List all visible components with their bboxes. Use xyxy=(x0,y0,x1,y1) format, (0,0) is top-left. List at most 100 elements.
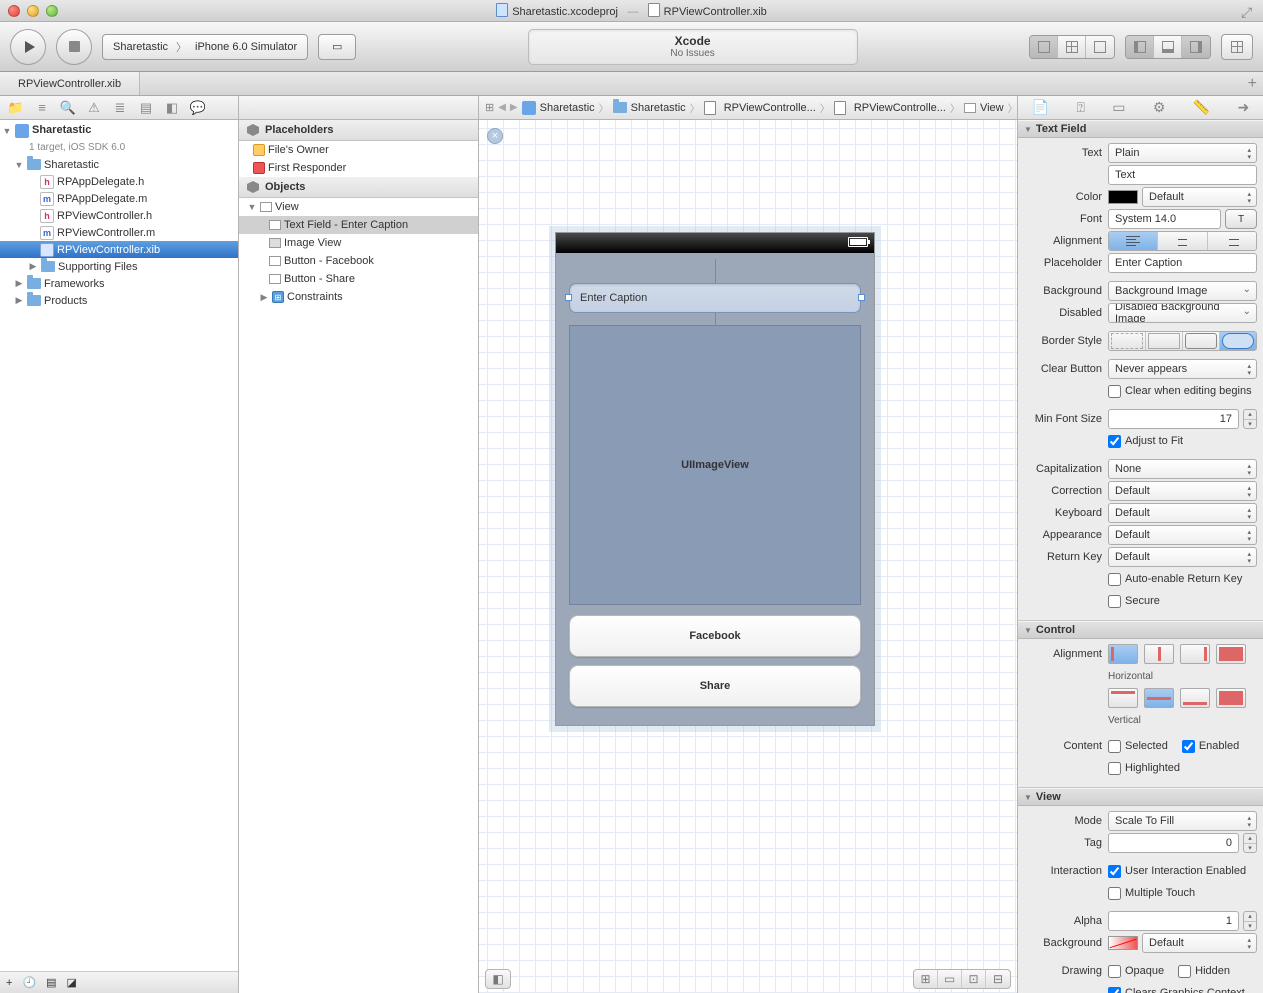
correction-select[interactable]: Default xyxy=(1108,481,1257,501)
file-item-selected[interactable]: RPViewController.xib xyxy=(0,241,238,258)
scheme-selector[interactable]: Sharetastic 〉 iPhone 6.0 Simulator xyxy=(102,34,308,60)
disabled-image-select[interactable]: Disabled Background Image xyxy=(1108,303,1257,323)
quick-help-icon[interactable]: ⍰ xyxy=(1076,99,1084,116)
h-align-center[interactable] xyxy=(1144,644,1174,664)
ib-canvas[interactable]: × Enter Caption UIImageView Facebook Sha… xyxy=(479,120,1017,993)
minimize-window-button[interactable] xyxy=(27,5,39,17)
toggle-outline-button[interactable]: ◧ xyxy=(485,969,511,989)
related-items-icon[interactable]: ⊞ xyxy=(485,101,494,114)
breadcrumb-3[interactable]: RPViewControlle... xyxy=(834,101,946,115)
resize-handle-left[interactable] xyxy=(565,294,572,301)
uiimageview-placeholder[interactable]: UIImageView xyxy=(569,325,861,605)
outline-imageview[interactable]: Image View xyxy=(239,234,478,252)
first-responder[interactable]: First Responder xyxy=(239,159,478,177)
color-swatch[interactable] xyxy=(1108,190,1138,204)
toggle-navigator-button[interactable] xyxy=(1126,36,1154,58)
project-root[interactable]: ▼ Sharetastic xyxy=(0,122,238,139)
share-button[interactable]: Share xyxy=(569,665,861,707)
outline-textfield[interactable]: Text Field - Enter Caption xyxy=(239,216,478,234)
file-item[interactable]: hRPAppDelegate.h xyxy=(0,173,238,190)
files-owner[interactable]: File's Owner xyxy=(239,141,478,159)
toggle-utilities-button[interactable] xyxy=(1182,36,1210,58)
editor-mode-segmented[interactable] xyxy=(1029,35,1115,59)
align-left-button[interactable] xyxy=(1109,232,1158,250)
min-font-input[interactable]: 17 xyxy=(1108,409,1239,429)
bg-swatch[interactable] xyxy=(1108,936,1138,950)
text-input[interactable]: Text xyxy=(1108,165,1257,185)
content-mode-select[interactable]: Scale To Fill xyxy=(1108,811,1257,831)
color-select[interactable]: Default xyxy=(1142,187,1257,207)
fullscreen-button[interactable]: ⤢ xyxy=(1241,4,1255,18)
folder-item[interactable]: ▶Frameworks xyxy=(0,275,238,292)
adjust-to-fit-checkbox[interactable]: Adjust to Fit xyxy=(1108,435,1183,448)
back-button[interactable]: ◀ xyxy=(498,102,506,113)
breadcrumb-0[interactable]: Sharetastic xyxy=(522,101,595,115)
auto-enable-checkbox[interactable]: Auto-enable Return Key xyxy=(1108,573,1242,586)
clear-button-select[interactable]: Never appears xyxy=(1108,359,1257,379)
filter-unsaved-icon[interactable]: ◪ xyxy=(67,976,77,989)
outline-constraints[interactable]: ▶⊞Constraints xyxy=(239,288,478,306)
selected-checkbox[interactable]: Selected xyxy=(1108,740,1168,753)
control-section-header[interactable]: ▼Control xyxy=(1018,621,1263,639)
alpha-stepper[interactable]: ▴▾ xyxy=(1243,911,1257,931)
v-align-middle[interactable] xyxy=(1144,688,1174,708)
version-editor-button[interactable] xyxy=(1086,36,1114,58)
assistant-editor-button[interactable] xyxy=(1058,36,1086,58)
view-section-header[interactable]: ▼View xyxy=(1018,788,1263,806)
border-style-segmented[interactable] xyxy=(1108,331,1257,351)
align-right-button[interactable] xyxy=(1208,232,1256,250)
h-align-fill[interactable] xyxy=(1216,644,1246,664)
h-align-right[interactable] xyxy=(1180,644,1210,664)
organizer-button[interactable] xyxy=(1221,34,1253,60)
tab-file[interactable]: RPViewController.xib xyxy=(0,72,140,95)
folder-item[interactable]: ▶Products xyxy=(0,292,238,309)
search-navigator-icon[interactable]: 🔍 xyxy=(60,100,76,116)
capitalization-select[interactable]: None xyxy=(1108,459,1257,479)
facebook-button[interactable]: Facebook xyxy=(569,615,861,657)
file-item[interactable]: hRPViewController.h xyxy=(0,207,238,224)
background-image-select[interactable]: Background Image xyxy=(1108,281,1257,301)
return-key-select[interactable]: Default xyxy=(1108,547,1257,567)
appearance-select[interactable]: Default xyxy=(1108,525,1257,545)
textfield-selected[interactable]: Enter Caption xyxy=(569,283,861,313)
border-rounded-button[interactable] xyxy=(1220,332,1256,350)
identity-inspector-icon[interactable]: ▭ xyxy=(1112,99,1125,116)
hidden-checkbox[interactable]: Hidden xyxy=(1178,965,1230,978)
folder-item[interactable]: ▶Supporting Files xyxy=(0,258,238,275)
alpha-input[interactable]: 1 xyxy=(1108,911,1239,931)
bg-color-select[interactable]: Default xyxy=(1142,933,1257,953)
enter-caption-field[interactable]: Enter Caption xyxy=(569,283,861,313)
filter-recent-icon[interactable]: 🕘 xyxy=(22,976,36,989)
text-style-select[interactable]: Plain xyxy=(1108,143,1257,163)
outline-button-fb[interactable]: Button - Facebook xyxy=(239,252,478,270)
log-navigator-icon[interactable]: 💬 xyxy=(190,100,206,116)
clear-when-editing-checkbox[interactable]: Clear when editing begins xyxy=(1108,385,1252,398)
clears-graphics-checkbox[interactable]: Clears Graphics Context xyxy=(1108,987,1245,993)
jump-bar[interactable]: ⊞ ◀ ▶ Sharetastic〉 Sharetastic〉 RPViewCo… xyxy=(479,96,1017,119)
toggle-debug-button[interactable] xyxy=(1154,36,1182,58)
min-font-stepper[interactable]: ▴▾ xyxy=(1243,409,1257,429)
size-inspector-icon[interactable]: 📏 xyxy=(1193,99,1210,116)
multitouch-checkbox[interactable]: Multiple Touch xyxy=(1108,887,1195,900)
enabled-checkbox[interactable]: Enabled xyxy=(1182,740,1239,753)
file-inspector-icon[interactable]: 📄 xyxy=(1032,99,1049,116)
horizontal-alignment-segmented[interactable] xyxy=(1108,644,1257,664)
v-align-bottom[interactable] xyxy=(1180,688,1210,708)
issue-navigator-icon[interactable]: ⚠ xyxy=(86,100,102,116)
align-center-button[interactable] xyxy=(1158,232,1207,250)
filter-scm-icon[interactable]: ▤ xyxy=(46,976,56,989)
zoom-window-button[interactable] xyxy=(46,5,58,17)
tag-input[interactable]: 0 xyxy=(1108,833,1239,853)
debug-navigator-icon[interactable]: ▤ xyxy=(138,100,154,116)
stop-button[interactable] xyxy=(56,29,92,65)
add-button[interactable]: + xyxy=(6,977,12,989)
connections-inspector-icon[interactable]: ➜ xyxy=(1238,99,1250,116)
vertical-alignment-segmented[interactable] xyxy=(1108,688,1257,708)
symbol-navigator-icon[interactable]: ≡ xyxy=(34,100,50,116)
breadcrumb-4[interactable]: View xyxy=(964,102,1004,114)
canvas-layout-controls[interactable]: ⊞▭⊡⊟ xyxy=(913,969,1011,989)
new-tab-button[interactable]: + xyxy=(1248,75,1257,93)
font-picker-button[interactable]: T xyxy=(1225,209,1257,229)
textfield-section-header[interactable]: ▼Text Field xyxy=(1018,120,1263,138)
uie-checkbox[interactable]: User Interaction Enabled xyxy=(1108,865,1246,878)
